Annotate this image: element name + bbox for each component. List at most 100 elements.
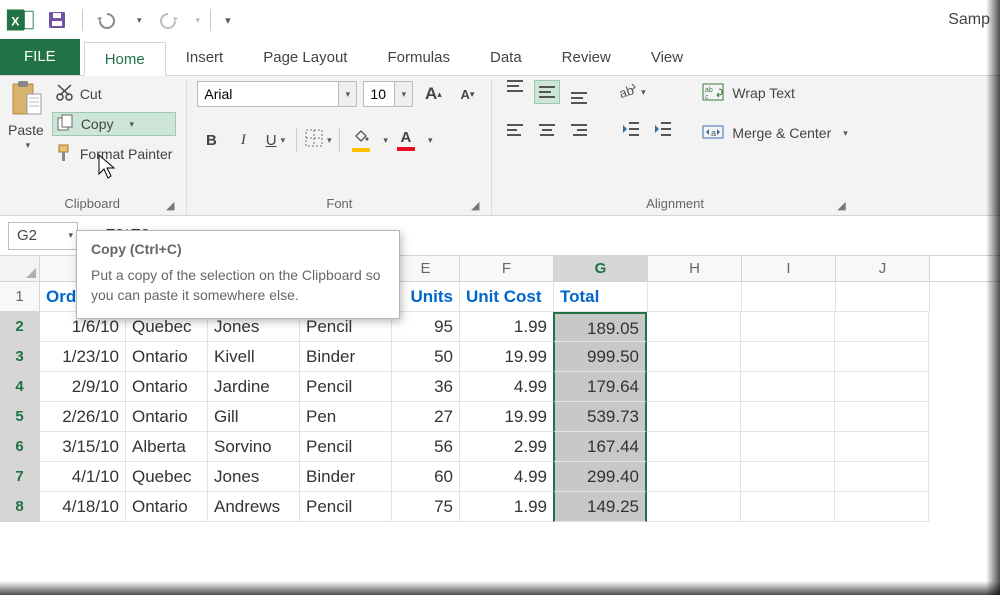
cell[interactable]: Alberta <box>126 432 208 462</box>
align-center-button[interactable] <box>534 118 560 142</box>
cell[interactable]: 2/26/10 <box>40 402 126 432</box>
col-header-e[interactable]: E <box>392 256 460 281</box>
row-header[interactable]: 8 <box>0 492 40 522</box>
tab-data[interactable]: Data <box>470 41 542 75</box>
cell[interactable]: 60 <box>392 462 460 492</box>
col-header-i[interactable]: I <box>742 256 836 281</box>
cell[interactable]: Jardine <box>208 372 300 402</box>
cell[interactable] <box>647 462 741 492</box>
cell[interactable]: Binder <box>300 462 392 492</box>
alignment-dialog-launcher[interactable]: ◢ <box>837 199 845 212</box>
row-header[interactable]: 3 <box>0 342 40 372</box>
clipboard-dialog-launcher[interactable]: ◢ <box>166 199 174 212</box>
cell[interactable]: 19.99 <box>460 402 554 432</box>
font-name-input[interactable] <box>198 82 338 106</box>
cell[interactable]: 95 <box>392 312 460 342</box>
cell[interactable]: 75 <box>392 492 460 522</box>
cell[interactable]: Andrews <box>208 492 300 522</box>
font-name-combo[interactable]: ▾ <box>197 81 357 107</box>
font-size-combo[interactable]: ▾ <box>363 81 413 107</box>
tab-review[interactable]: Review <box>542 41 631 75</box>
cell[interactable]: 2.99 <box>460 432 554 462</box>
align-left-button[interactable] <box>502 118 528 142</box>
cell[interactable]: Binder <box>300 342 392 372</box>
copy-button[interactable]: Copy ▾ <box>52 112 177 136</box>
col-header-g[interactable]: G <box>554 256 648 281</box>
cell[interactable]: Total <box>554 282 648 312</box>
cell[interactable]: Kivell <box>208 342 300 372</box>
cell[interactable] <box>647 342 741 372</box>
cell[interactable] <box>741 462 835 492</box>
merge-dropdown[interactable]: ▾ <box>843 128 848 139</box>
cell[interactable]: Jones <box>208 462 300 492</box>
cell[interactable] <box>835 312 929 342</box>
cell[interactable]: 167.44 <box>553 432 647 462</box>
fill-color-button[interactable] <box>347 126 375 154</box>
cell[interactable] <box>741 492 835 522</box>
cell[interactable]: Ontario <box>126 492 208 522</box>
cell[interactable]: 999.50 <box>553 342 647 372</box>
font-size-input[interactable] <box>364 82 394 106</box>
cell[interactable] <box>741 372 835 402</box>
underline-button[interactable]: U▾ <box>261 126 289 154</box>
tab-page-layout[interactable]: Page Layout <box>243 41 367 75</box>
cell[interactable]: 149.25 <box>553 492 647 522</box>
font-dialog-launcher[interactable]: ◢ <box>471 199 479 212</box>
cell[interactable] <box>835 342 929 372</box>
cell[interactable]: 2/9/10 <box>40 372 126 402</box>
increase-indent-button[interactable] <box>650 118 676 142</box>
cell[interactable]: 56 <box>392 432 460 462</box>
tab-insert[interactable]: Insert <box>166 41 244 75</box>
cell[interactable] <box>835 462 929 492</box>
row-header[interactable]: 4 <box>0 372 40 402</box>
tab-file[interactable]: FILE <box>0 39 80 75</box>
cell[interactable]: 4.99 <box>460 462 554 492</box>
redo-button[interactable] <box>152 6 182 34</box>
tab-formulas[interactable]: Formulas <box>367 41 470 75</box>
italic-button[interactable]: I <box>229 126 257 154</box>
font-color-button[interactable]: A <box>392 126 420 154</box>
cell[interactable]: 36 <box>392 372 460 402</box>
cell[interactable]: 4.99 <box>460 372 554 402</box>
paste-dropdown[interactable]: ▾ <box>26 140 31 151</box>
cell[interactable] <box>741 342 835 372</box>
align-bottom-button[interactable] <box>566 80 592 104</box>
cell[interactable]: 19.99 <box>460 342 554 372</box>
cell[interactable] <box>647 432 741 462</box>
cell[interactable] <box>742 282 836 312</box>
cell[interactable] <box>647 312 741 342</box>
cell[interactable]: Ontario <box>126 342 208 372</box>
cell[interactable]: Pencil <box>300 432 392 462</box>
cell[interactable] <box>647 492 741 522</box>
cell[interactable]: 4/1/10 <box>40 462 126 492</box>
cell[interactable]: Pencil <box>300 372 392 402</box>
row-header[interactable]: 5 <box>0 402 40 432</box>
cell[interactable]: 50 <box>392 342 460 372</box>
fill-color-dropdown[interactable]: ▾ <box>383 135 388 146</box>
cell[interactable]: Pencil <box>300 492 392 522</box>
cell[interactable]: 189.05 <box>553 312 647 342</box>
cell[interactable] <box>835 402 929 432</box>
align-right-button[interactable] <box>566 118 592 142</box>
cell[interactable]: Ontario <box>126 372 208 402</box>
align-middle-button[interactable] <box>534 80 560 104</box>
cell[interactable]: 1.99 <box>460 492 554 522</box>
col-header-f[interactable]: F <box>460 256 554 281</box>
cell[interactable]: Sorvino <box>208 432 300 462</box>
decrease-indent-button[interactable] <box>618 118 644 142</box>
cell[interactable] <box>741 312 835 342</box>
cell[interactable]: 4/18/10 <box>40 492 126 522</box>
format-painter-button[interactable]: Format Painter <box>52 142 177 166</box>
paste-button[interactable]: Paste ▾ <box>8 80 44 151</box>
wrap-text-button[interactable]: abc Wrap Text <box>702 80 847 106</box>
cell[interactable] <box>835 432 929 462</box>
cell[interactable] <box>741 402 835 432</box>
borders-button[interactable]: ▾ <box>304 126 332 154</box>
cell[interactable]: Gill <box>208 402 300 432</box>
cell[interactable]: 3/15/10 <box>40 432 126 462</box>
redo-dropdown[interactable]: ▾ <box>196 15 201 26</box>
cell[interactable] <box>835 372 929 402</box>
row-header[interactable]: 1 <box>0 282 40 312</box>
increase-font-button[interactable]: A▴ <box>419 80 447 108</box>
merge-center-button[interactable]: a Merge & Center ▾ <box>702 120 847 146</box>
